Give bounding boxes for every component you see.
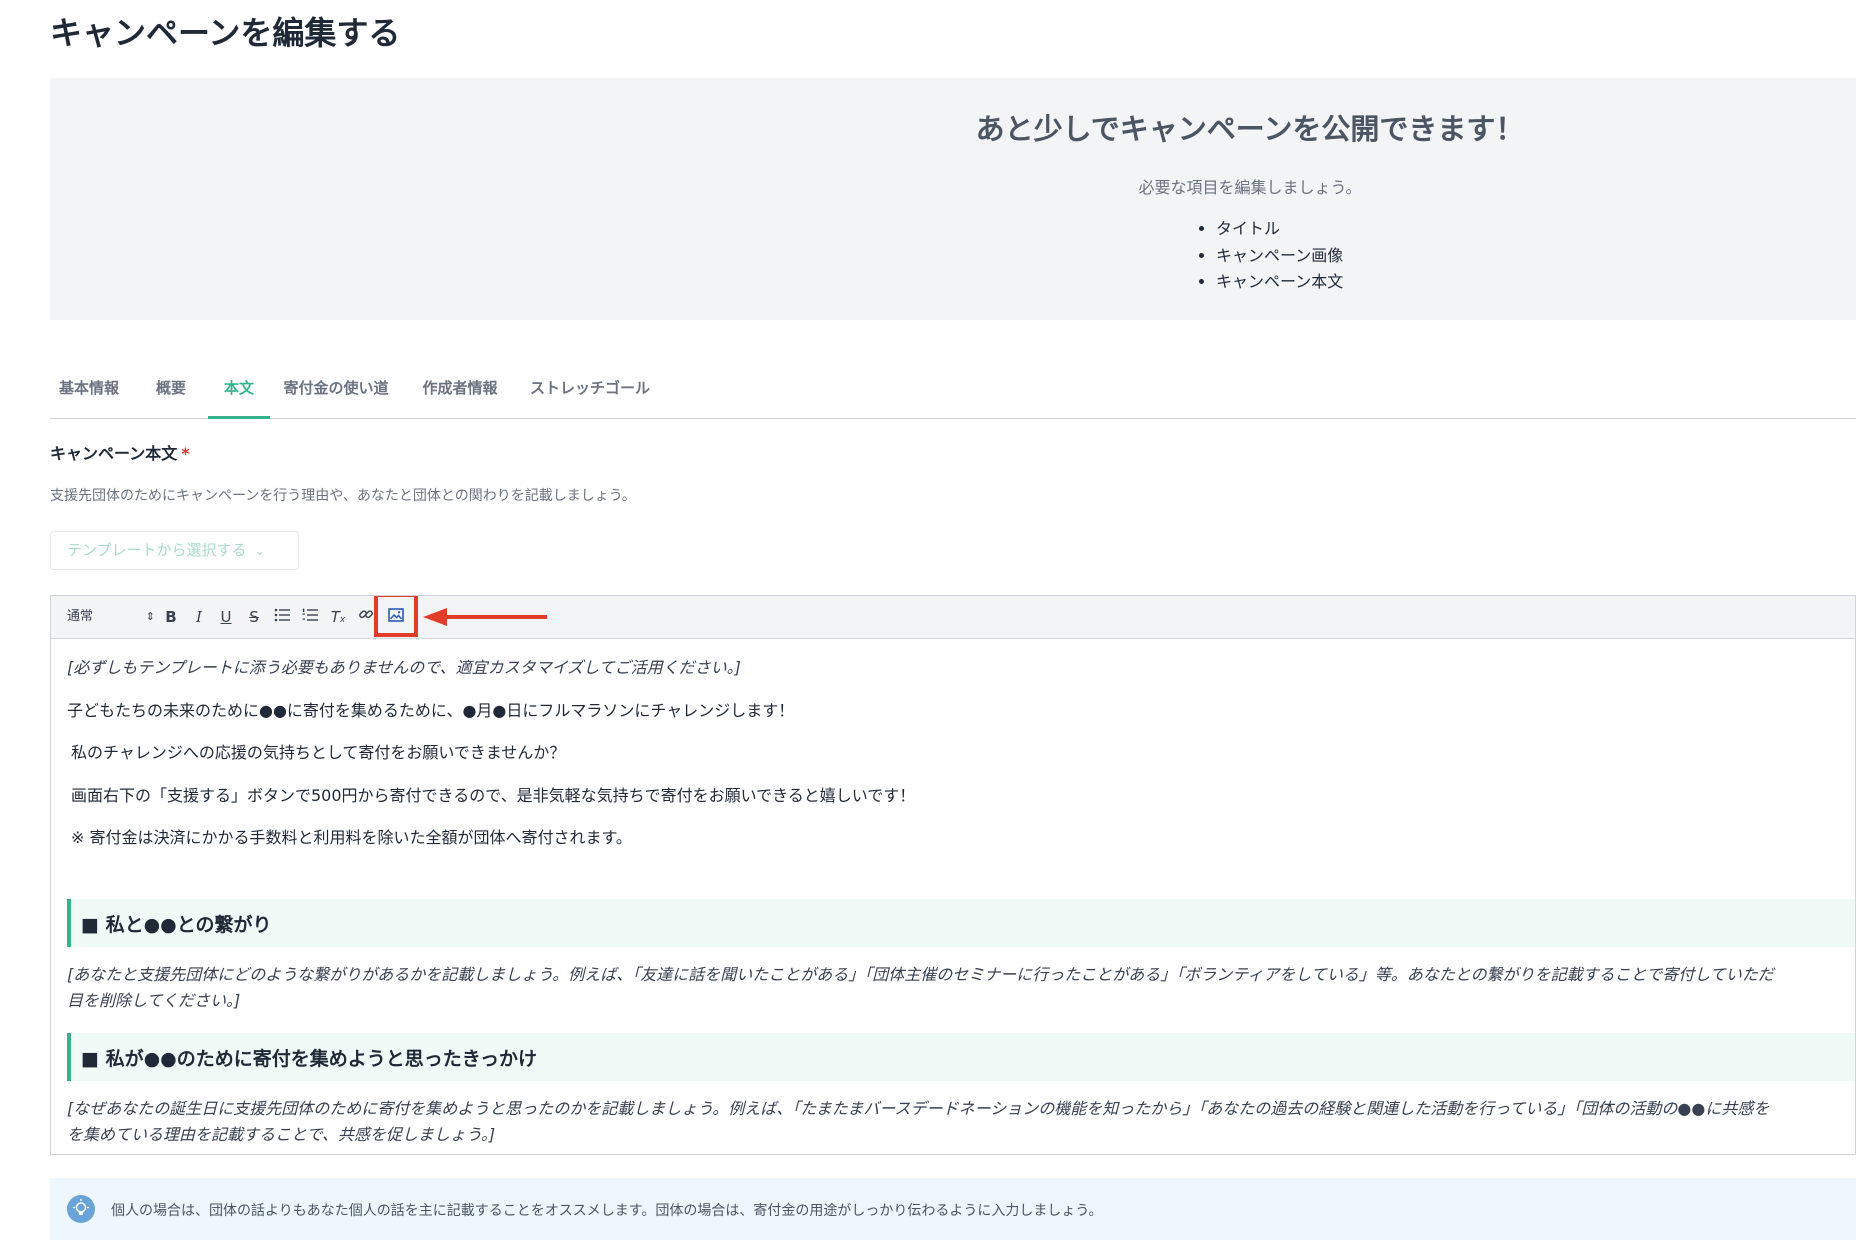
- tab-stretch-goal[interactable]: ストレッチゴール: [526, 366, 654, 418]
- field-label: キャンペーン本文 *: [50, 440, 190, 464]
- format-select-value: 通常: [67, 609, 94, 624]
- tab-basic-info[interactable]: 基本情報: [50, 366, 128, 418]
- field-description: 支援先団体のためにキャンペーンを行う理由や、あなたと団体との関わりを記載しましょ…: [50, 488, 636, 504]
- intro-note: [必ずしもテンプレートに添う必要もありませんので、適宜カスタマイズしてご活用くだ…: [67, 658, 741, 677]
- rich-text-editor[interactable]: 通常 ⇕ B I U S Tx [必ずしもテンプレートに添う必要もありませんので…: [50, 595, 1856, 1155]
- page: キャンペーンを編集する あと少しでキャンペーンを公開できます！ 必要な項目を編集…: [0, 0, 1856, 1254]
- tip-box: 個人の場合は、団体の話よりもあなた個人の話を主に記載することをオススメします。団…: [50, 1178, 1856, 1240]
- notice-heading: あと少しでキャンペーンを公開できます！: [975, 112, 1525, 146]
- lightbulb-icon: [67, 1195, 95, 1223]
- tab-body[interactable]: 本文: [208, 366, 270, 419]
- notice-subheading: 必要な項目を編集しましょう。: [1138, 178, 1362, 197]
- section-body-line: を集めている理由を記載することで、共感を促しましょう。]: [67, 1125, 496, 1144]
- paragraph: ※ 寄付金は決済にかかる手数料と利用料を除いた全額が団体へ寄付されます。: [71, 828, 632, 847]
- tab-donation-usage[interactable]: 寄付金の使い道: [280, 366, 392, 418]
- section-heading-text: ■ 私と●●との繋がり: [81, 914, 272, 936]
- italic-icon[interactable]: I: [188, 606, 210, 628]
- section-body-line: [あなたと支援先団体にどのような繋がりがあるかを記載しましょう。例えば、「友達に…: [67, 965, 1774, 984]
- section-body: [なぜあなたの誕生日に支援先団体のために寄付を集めようと思ったのかを記載しましょ…: [67, 1096, 1855, 1148]
- field-label-text: キャンペーン本文: [50, 444, 178, 463]
- updown-arrow-icon: ⇕: [145, 610, 155, 623]
- strikethrough-icon[interactable]: S: [243, 606, 265, 628]
- tab-author-info[interactable]: 作成者情報: [412, 366, 508, 418]
- bold-icon[interactable]: B: [160, 606, 182, 628]
- section-heading-text: ■ 私が●●のために寄付を集めようと思ったきっかけ: [81, 1048, 537, 1070]
- arrow-left-icon: [423, 608, 547, 626]
- publish-notice: あと少しでキャンペーンを公開できます！ 必要な項目を編集しましょう。 タイトル …: [50, 78, 1856, 320]
- list-item: キャンペーン本文: [1216, 269, 1343, 296]
- image-button-highlight: [374, 596, 418, 637]
- list-item: キャンペーン画像: [1216, 243, 1343, 270]
- paragraph: 子どもたちの未来のために●●に寄付を集めるために、●月●日にフルマラソンにチャレ…: [67, 701, 795, 720]
- page-title: キャンペーンを編集する: [50, 14, 401, 52]
- clear-format-icon[interactable]: Tx: [327, 606, 349, 628]
- template-select-label: テンプレートから選択する: [67, 541, 247, 559]
- format-select[interactable]: 通常 ⇕: [67, 607, 155, 627]
- required-items-list: タイトル キャンペーン画像 キャンペーン本文: [1194, 216, 1343, 296]
- section-heading: ■ 私と●●との繋がり: [67, 899, 1855, 947]
- bullet-list-icon[interactable]: [271, 606, 293, 628]
- paragraph: 画面右下の「支援する」ボタンで500円から寄付できるので、是非気軽な気持ちで寄付…: [71, 786, 916, 805]
- required-mark: *: [181, 444, 190, 463]
- list-item: タイトル: [1216, 216, 1343, 243]
- section-body-line: [なぜあなたの誕生日に支援先団体のために寄付を集めようと思ったのかを記載しましょ…: [67, 1099, 1770, 1118]
- chevron-down-icon: ⌄: [254, 544, 265, 558]
- section-body: [あなたと支援先団体にどのような繋がりがあるかを記載しましょう。例えば、「友達に…: [67, 962, 1855, 1014]
- editor-toolbar: 通常 ⇕ B I U S Tx: [51, 596, 1855, 639]
- ordered-list-icon[interactable]: [299, 606, 321, 628]
- section-body-line: 目を削除してください。]: [67, 991, 241, 1010]
- tab-overview[interactable]: 概要: [146, 366, 196, 418]
- section-heading: ■ 私が●●のために寄付を集めようと思ったきっかけ: [67, 1033, 1855, 1081]
- paragraph: 私のチャレンジへの応援の気持ちとして寄付をお願いできませんか？: [71, 743, 566, 762]
- underline-icon[interactable]: U: [215, 606, 237, 628]
- tab-bar: 基本情報 概要 本文 寄付金の使い道 作成者情報 ストレッチゴール: [50, 366, 1856, 419]
- template-select-button[interactable]: テンプレートから選択する ⌄: [50, 531, 299, 570]
- tip-text: 個人の場合は、団体の話よりもあなた個人の話を主に記載することをオススメします。団…: [111, 1203, 1103, 1219]
